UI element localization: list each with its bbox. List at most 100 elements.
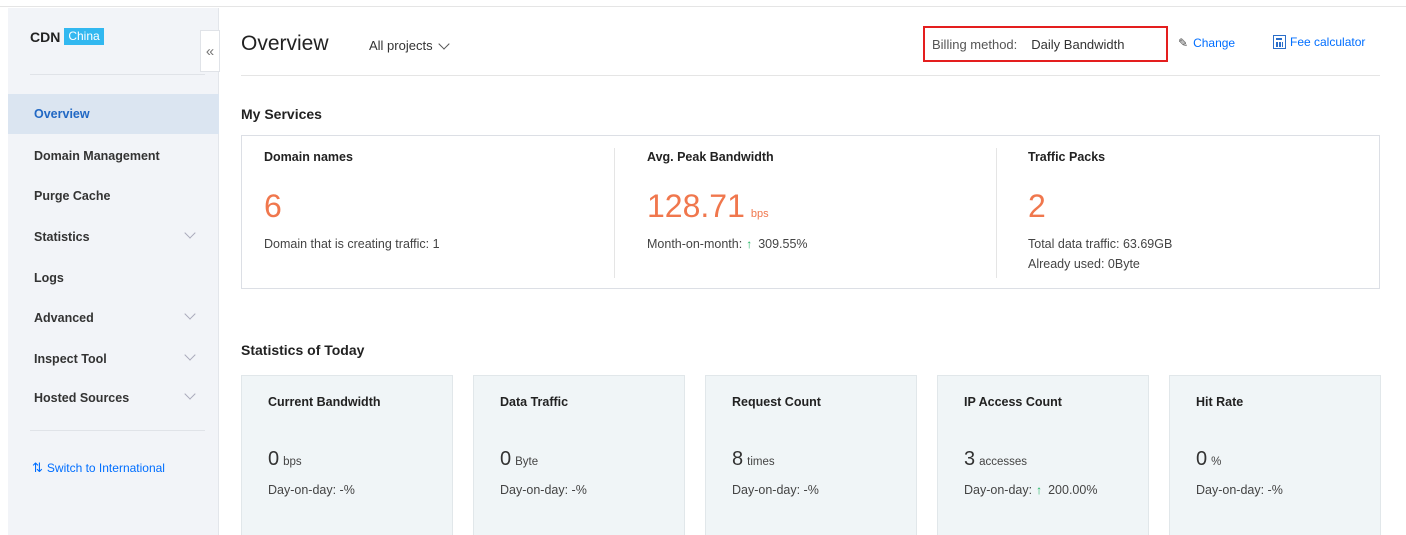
stat-subtext: Day-on-day: -% <box>732 483 819 497</box>
billing-method: Billing method: Daily Bandwidth <box>923 26 1168 62</box>
top-border <box>0 0 1406 7</box>
sidebar-item-logs[interactable]: Logs <box>8 258 219 298</box>
stat-unit: accesses <box>979 456 1028 468</box>
stat-unit: times <box>747 456 775 468</box>
page-title: Overview <box>241 32 329 55</box>
billing-label: Billing method: <box>932 36 1018 52</box>
divider <box>614 148 615 278</box>
stat-subtext: Day-on-day: ↑ 200.00% <box>964 483 1097 497</box>
project-select[interactable]: All projects <box>369 37 450 53</box>
arrow-up-icon: ↑ <box>746 237 753 251</box>
calculator-icon <box>1273 35 1286 49</box>
sidebar-item-inspect-tool[interactable]: Inspect Tool <box>8 339 219 379</box>
chevron-down-icon <box>184 349 196 361</box>
service-avg-peak-bandwidth: Avg. Peak Bandwidth 128.71 bps Month-on-m… <box>625 136 997 290</box>
stat-number: 0 <box>500 448 512 470</box>
service-traffic-packs: Traffic Packs 2 Total data traffic: 63.6… <box>1006 136 1380 290</box>
stat-subtext: Day-on-day: -% <box>500 483 587 497</box>
fee-label: Fee calculator <box>1290 35 1366 49</box>
switch-international-link[interactable]: ⇅ Switch to International <box>32 460 165 476</box>
service-subtext: Total data traffic: 63.69GB <box>1028 237 1173 251</box>
stat-title: Current Bandwidth <box>268 395 381 409</box>
stat-value: 0% <box>1196 448 1221 471</box>
service-domain-names: Domain names 6 Domain that is creating t… <box>242 136 614 290</box>
pencil-icon: ✎ <box>1178 36 1189 50</box>
chevron-down-icon <box>184 308 196 320</box>
services-card: Domain names 6 Domain that is creating t… <box>241 135 1380 289</box>
sidebar-item-advanced[interactable]: Advanced <box>8 298 219 338</box>
sidebar-item-statistics[interactable]: Statistics <box>8 217 219 257</box>
sidebar-item-hosted-sources[interactable]: Hosted Sources <box>8 378 219 418</box>
sidebar-item-label: Overview <box>34 107 90 121</box>
stat-unit: bps <box>283 456 302 468</box>
stat-subtext: Day-on-day: -% <box>268 483 355 497</box>
switch-arrows-icon: ⇅ <box>32 460 43 475</box>
sidebar-item-label: Hosted Sources <box>34 391 130 405</box>
change-billing-link[interactable]: ✎ Change <box>1178 36 1235 50</box>
stat-value: 3 accesses <box>964 448 1027 471</box>
change-label: Change <box>1193 36 1236 50</box>
stat-number: 0 <box>1196 448 1208 470</box>
stat-number: 0 <box>268 448 280 470</box>
switch-label: Switch to International <box>46 461 165 475</box>
bandwidth-unit: bps <box>750 208 769 220</box>
service-value[interactable]: 2 <box>1028 188 1046 225</box>
sidebar-item-label: Statistics <box>34 230 90 244</box>
my-services-title: My Services <box>241 106 322 122</box>
stat-unit: Byte <box>515 456 539 468</box>
chevron-down-icon <box>184 388 196 400</box>
service-subtext: Month-on-month: ↑ 309.55% <box>647 237 808 251</box>
service-subtext-2: Already used: 0Byte <box>1028 257 1140 271</box>
region-badge: China <box>64 28 104 45</box>
chevron-down-icon <box>184 227 196 239</box>
mom-value: 309.55% <box>758 237 808 251</box>
arrow-up-icon: ↑ <box>1036 483 1043 497</box>
stat-card-current-bandwidth: Current Bandwidth 0 bps Day-on-day: -% <box>241 375 453 535</box>
stat-card-ip-access-count: IP Access Count 3 accesses Day-on-day: ↑ 20… <box>937 375 1149 535</box>
stat-title: Hit Rate <box>1196 395 1244 409</box>
sidebar-divider <box>30 430 205 431</box>
sidebar-item-label: Purge Cache <box>34 189 111 203</box>
service-subtext: Domain that is creating traffic: 1 <box>264 237 440 251</box>
stat-value: 0 bps <box>268 448 302 471</box>
service-title: Traffic Packs <box>1028 150 1106 164</box>
sidebar-item-overview[interactable]: Overview <box>8 94 219 134</box>
stat-title: Request Count <box>732 395 821 409</box>
sidebar-item-label: Advanced <box>34 311 94 325</box>
sidebar-item-label: Domain Management <box>34 149 160 163</box>
service-title: Domain names <box>264 150 353 164</box>
stat-unit: % <box>1211 456 1222 468</box>
stat-card-request-count: Request Count 8 times Day-on-day: -% <box>705 375 917 535</box>
fee-calculator-link[interactable]: Fee calculator <box>1273 35 1365 49</box>
dod-value: 200.00% <box>1048 483 1098 497</box>
bandwidth-value: 128.71 <box>647 188 745 224</box>
stat-card-data-traffic: Data Traffic 0 Byte Day-on-day: -% <box>473 375 685 535</box>
stat-value: 0 Byte <box>500 448 538 471</box>
stat-value: 8 times <box>732 448 775 471</box>
project-select-value: All projects <box>369 38 433 53</box>
collapse-sidebar-button[interactable]: « <box>200 30 220 72</box>
sidebar-item-domain-management[interactable]: Domain Management <box>8 136 219 176</box>
stat-card-hit-rate: Hit Rate 0% Day-on-day: -% <box>1169 375 1381 535</box>
sidebar-item-purge-cache[interactable]: Purge Cache <box>8 176 219 216</box>
stat-subtext: Day-on-day: -% <box>1196 483 1283 497</box>
sidebar: CDN China Overview Domain Management Pur… <box>8 8 219 535</box>
service-title: Avg. Peak Bandwidth <box>647 150 774 164</box>
billing-value: Daily Bandwidth <box>1031 36 1125 52</box>
stat-title: IP Access Count <box>964 395 1062 409</box>
dod-label: Day-on-day: <box>964 483 1033 497</box>
brand-name: CDN <box>30 28 61 45</box>
brand: CDN China <box>30 28 104 45</box>
service-value[interactable]: 6 <box>264 188 282 225</box>
sidebar-item-label: Inspect Tool <box>34 352 107 366</box>
chevron-down-icon <box>437 37 450 50</box>
sidebar-item-label: Logs <box>34 271 64 285</box>
stat-number: 8 <box>732 448 744 470</box>
stat-number: 3 <box>964 448 976 470</box>
sidebar-divider <box>30 74 205 75</box>
service-value: 128.71 bps <box>647 188 769 225</box>
statistics-today-title: Statistics of Today <box>241 342 365 358</box>
page-header: Overview All projects Billing method: Da… <box>241 8 1380 76</box>
stat-title: Data Traffic <box>500 395 569 409</box>
mom-label: Month-on-month: <box>647 237 743 251</box>
